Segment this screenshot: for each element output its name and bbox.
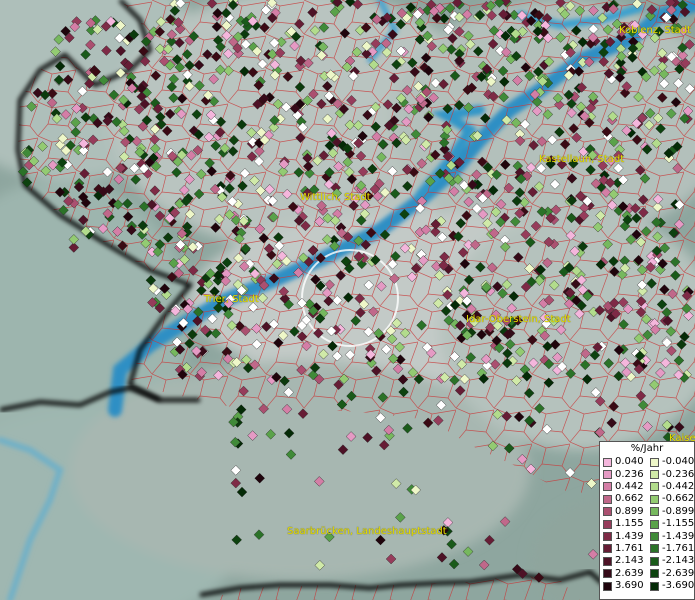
legend-swatch xyxy=(603,457,612,467)
legend-swatch xyxy=(650,581,659,591)
legend-swatch xyxy=(603,507,612,517)
legend-label: -2.143 xyxy=(662,555,695,567)
legend-row: 0.899 xyxy=(600,506,647,518)
legend-label: 0.236 xyxy=(615,468,644,480)
legend-label: -0.040 xyxy=(662,456,695,468)
legend-label: 0.442 xyxy=(615,480,644,492)
legend-swatch xyxy=(603,519,612,529)
legend-row: -1.155 xyxy=(647,518,694,530)
legend-row: 0.236 xyxy=(600,468,647,480)
legend: %/Jahr 0.040 0.236 0.442 0.662 0.899 1.155 1.4… xyxy=(599,441,695,600)
legend-label: -3.690 xyxy=(662,580,695,592)
city-label-trier: Trier, Stadt xyxy=(204,294,259,305)
legend-label: -1.439 xyxy=(662,530,695,542)
legend-swatch xyxy=(650,544,659,554)
legend-swatch xyxy=(603,532,612,542)
legend-label: 1.761 xyxy=(615,542,644,554)
city-label-kastellaun: Kastellaun, Stadt xyxy=(539,154,625,165)
city-label-koblenz: Koblenz, Stadt xyxy=(619,25,692,36)
legend-label: -1.155 xyxy=(662,518,695,530)
legend-negative-column: -0.040 -0.236 -0.442 -0.662 -0.899 -1.155 -1.4… xyxy=(647,456,694,592)
legend-swatch xyxy=(603,544,612,554)
legend-row: -1.761 xyxy=(647,543,694,555)
legend-row: 1.155 xyxy=(600,518,647,530)
legend-row: -3.690 xyxy=(647,580,694,592)
legend-swatch xyxy=(650,482,659,492)
legend-label: -2.639 xyxy=(662,567,695,579)
legend-swatch xyxy=(603,569,612,579)
city-label-idar-oberstein: Idar-Oberstein, Stadt xyxy=(466,314,571,325)
legend-label: 3.690 xyxy=(615,580,644,592)
legend-row: 1.761 xyxy=(600,543,647,555)
legend-label: 2.639 xyxy=(615,567,644,579)
legend-row: 2.143 xyxy=(600,555,647,567)
legend-swatch xyxy=(650,519,659,529)
legend-swatch xyxy=(650,457,659,467)
legend-title: %/Jahr xyxy=(630,443,664,454)
legend-label: -0.662 xyxy=(662,493,695,505)
legend-label: -0.236 xyxy=(662,468,695,480)
legend-row: 1.439 xyxy=(600,530,647,542)
legend-row: 3.690 xyxy=(600,580,647,592)
legend-label: 0.040 xyxy=(615,456,644,468)
legend-row: -2.143 xyxy=(647,555,694,567)
legend-label: -0.442 xyxy=(662,480,695,492)
legend-swatch xyxy=(603,482,612,492)
legend-row: -0.662 xyxy=(647,493,694,505)
legend-row: -0.899 xyxy=(647,506,694,518)
legend-swatch xyxy=(650,494,659,504)
legend-swatch xyxy=(603,470,612,480)
legend-row: 0.662 xyxy=(600,493,647,505)
legend-label: -1.761 xyxy=(662,542,695,554)
legend-row: -2.639 xyxy=(647,568,694,580)
city-label-saarbruecken: Saarbrücken, Landeshauptstadt xyxy=(287,526,447,537)
legend-label: 1.155 xyxy=(615,518,644,530)
legend-positive-column: 0.040 0.236 0.442 0.662 0.899 1.155 1.439 1.761… xyxy=(600,456,647,592)
legend-swatch xyxy=(650,532,659,542)
legend-label: 0.899 xyxy=(615,505,644,517)
legend-row: 2.639 xyxy=(600,568,647,580)
legend-row: -0.442 xyxy=(647,481,694,493)
legend-row: -0.236 xyxy=(647,468,694,480)
legend-label: 1.439 xyxy=(615,530,644,542)
legend-label: -0.899 xyxy=(662,505,695,517)
city-label-wittlich: Wittlich, Stadt xyxy=(300,192,371,203)
legend-swatch xyxy=(650,470,659,480)
legend-swatch xyxy=(603,494,612,504)
legend-label: 0.662 xyxy=(615,493,644,505)
legend-swatch xyxy=(650,556,659,566)
legend-swatch xyxy=(603,581,612,591)
legend-swatch xyxy=(650,569,659,579)
legend-row: 0.442 xyxy=(600,481,647,493)
legend-label: 2.143 xyxy=(615,555,644,567)
map-base xyxy=(0,0,695,600)
map-view[interactable]: Koblenz, Stadt Kastellaun, Stadt Wittlic… xyxy=(0,0,695,600)
legend-row: -1.439 xyxy=(647,530,694,542)
legend-row: 0.040 xyxy=(600,456,647,468)
legend-row: -0.040 xyxy=(647,456,694,468)
legend-swatch xyxy=(650,507,659,517)
legend-swatch xyxy=(603,556,612,566)
